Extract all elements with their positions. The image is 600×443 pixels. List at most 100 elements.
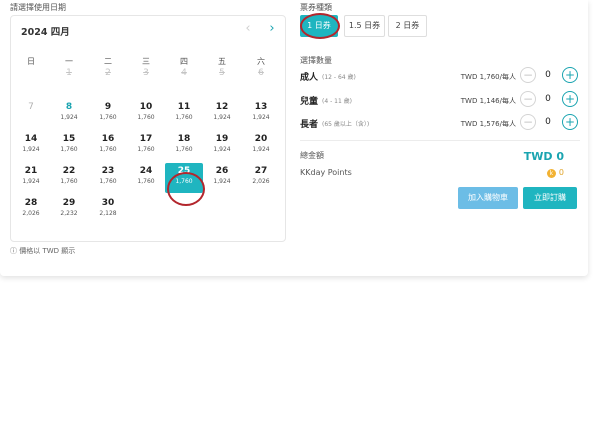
- book-now-button[interactable]: 立即訂購: [523, 187, 577, 209]
- calendar-day[interactable]: 13 1,924: [242, 99, 280, 129]
- calendar-day[interactable]: 23 1,760: [89, 163, 127, 193]
- plus-icon[interactable]: +: [562, 114, 578, 130]
- calendar-day[interactable]: 18 1,760: [165, 131, 203, 161]
- day-price: 1,760: [175, 146, 193, 153]
- quantity-row-count: 0: [545, 94, 551, 104]
- calendar-day[interactable]: 29 2,232: [50, 195, 88, 225]
- day-price: 1,924: [252, 114, 270, 121]
- quantity-row-senior: 長者 (65 歲以上（含）) TWD 1,576/每人 − 0 +: [300, 113, 580, 133]
- add-to-cart-button[interactable]: 加入購物車: [458, 187, 518, 209]
- day-number: 11: [177, 102, 191, 112]
- quantity-row-age: (12 - 64 歲): [322, 74, 356, 81]
- day-price: 1,760: [99, 114, 117, 121]
- calendar-day[interactable]: 10 1,760: [127, 99, 165, 129]
- day-price: 1,924: [22, 146, 40, 153]
- calendar-day[interactable]: 15 1,760: [50, 131, 88, 161]
- quantity-row-age: (65 歲以上（含）): [322, 121, 370, 128]
- calendar-day: 3: [127, 65, 165, 95]
- day-price: 2,026: [22, 210, 40, 217]
- quantity-row-label: 兒童: [300, 97, 319, 107]
- calendar-day[interactable]: 14 1,924: [12, 131, 50, 161]
- day-price: 1,924: [213, 114, 231, 121]
- chevron-right-icon[interactable]: ›: [265, 22, 279, 36]
- calendar-day: 6: [242, 65, 280, 95]
- day-number: 30: [101, 198, 115, 208]
- day-number: 23: [101, 166, 115, 176]
- calendar-day[interactable]: 30 2,128: [89, 195, 127, 225]
- day-price: 1,924: [213, 146, 231, 153]
- day-number: 2: [105, 68, 111, 78]
- day-price: 1,760: [99, 178, 117, 185]
- day-number: 7: [28, 102, 34, 112]
- calendar-month-label: 2024 四月: [21, 27, 70, 38]
- calendar-day[interactable]: 9 1,760: [89, 99, 127, 129]
- quantity-row-adult: 成人 (12 - 64 歲) TWD 1,760/每人 − 0 +: [300, 66, 580, 86]
- calendar-day[interactable]: 24 1,760: [127, 163, 165, 193]
- minus-icon[interactable]: −: [520, 114, 536, 130]
- day-number: 29: [62, 198, 76, 208]
- calendar-day[interactable]: 8 1,924: [50, 99, 88, 129]
- day-number: 13: [254, 102, 268, 112]
- day-price: 1,760: [175, 114, 193, 121]
- calendar-day[interactable]: 27 2,026: [242, 163, 280, 193]
- price-currency-note: ⓘ 價格以 TWD 顯示: [10, 247, 76, 255]
- quantity-row-price: TWD 1,760/每人: [460, 73, 516, 81]
- date-calendar: 2024 四月 ‹ › 日一二三四五六 1 2 3 4 5 6 7 8 1,924 9 1,760 1…: [10, 15, 286, 242]
- day-number: 17: [139, 134, 153, 144]
- day-number: 21: [24, 166, 38, 176]
- quantity-row-price: TWD 1,576/每人: [460, 120, 516, 128]
- day-number: 25: [177, 166, 191, 176]
- day-price: 1,760: [60, 146, 78, 153]
- plus-icon[interactable]: +: [562, 67, 578, 83]
- tab-2-day-ticket[interactable]: 2 日券: [388, 15, 427, 37]
- calendar-day[interactable]: 12 1,924: [203, 99, 241, 129]
- calendar-day[interactable]: 17 1,760: [127, 131, 165, 161]
- quantity-row-price: TWD 1,146/每人: [460, 97, 516, 105]
- calendar-day[interactable]: 28 2,026: [12, 195, 50, 225]
- day-price: 1,924: [252, 146, 270, 153]
- day-price: 1,760: [175, 178, 193, 185]
- calendar-day-selected[interactable]: 25 1,760: [165, 163, 203, 193]
- day-number: 27: [254, 166, 268, 176]
- calendar-day[interactable]: 26 1,924: [203, 163, 241, 193]
- day-price: 1,924: [60, 114, 78, 121]
- day-number: 4: [181, 68, 187, 78]
- points-amount: 0: [558, 168, 564, 177]
- kkday-points-label: KKday Points: [300, 168, 352, 177]
- minus-icon[interactable]: −: [520, 67, 536, 83]
- calendar-day[interactable]: 16 1,760: [89, 131, 127, 161]
- day-price: 1,760: [60, 178, 78, 185]
- calendar-day[interactable]: 11 1,760: [165, 99, 203, 129]
- day-price: 1,924: [213, 178, 231, 185]
- day-price: 1,760: [137, 146, 155, 153]
- tab-1-5-day-ticket[interactable]: 1.5 日券: [344, 15, 385, 37]
- calendar-day: 5: [203, 65, 241, 95]
- day-number: 1: [66, 68, 72, 78]
- chevron-left-icon[interactable]: ‹: [241, 22, 255, 36]
- calendar-day: 4: [165, 65, 203, 95]
- day-price: 1,760: [99, 146, 117, 153]
- tab-1-day-ticket[interactable]: 1 日券: [300, 15, 338, 37]
- quantity-row-count: 0: [545, 117, 551, 127]
- date-section-title: 請選擇使用日期: [10, 3, 66, 12]
- day-price: 2,128: [99, 210, 117, 217]
- ticket-section-title: 票券種類: [300, 3, 332, 12]
- day-number: 9: [104, 102, 112, 112]
- day-price: 1,760: [137, 178, 155, 185]
- plus-icon[interactable]: +: [562, 91, 578, 107]
- calendar-day[interactable]: 20 1,924: [242, 131, 280, 161]
- day-number: 3: [143, 68, 149, 78]
- day-number: 5: [219, 68, 225, 78]
- day-price: 1,760: [137, 114, 155, 121]
- quantity-row-child: 兒童 (4 - 11 歲) TWD 1,146/每人 − 0 +: [300, 90, 580, 110]
- day-number: 22: [62, 166, 76, 176]
- calendar-day[interactable]: 19 1,924: [203, 131, 241, 161]
- day-number: 6: [258, 68, 264, 78]
- calendar-day[interactable]: 21 1,924: [12, 163, 50, 193]
- day-number: 14: [24, 134, 38, 144]
- calendar-day[interactable]: 22 1,760: [50, 163, 88, 193]
- divider: [300, 140, 580, 141]
- calendar-day: 7: [12, 99, 50, 129]
- minus-icon[interactable]: −: [520, 91, 536, 107]
- day-price: 2,026: [252, 178, 270, 185]
